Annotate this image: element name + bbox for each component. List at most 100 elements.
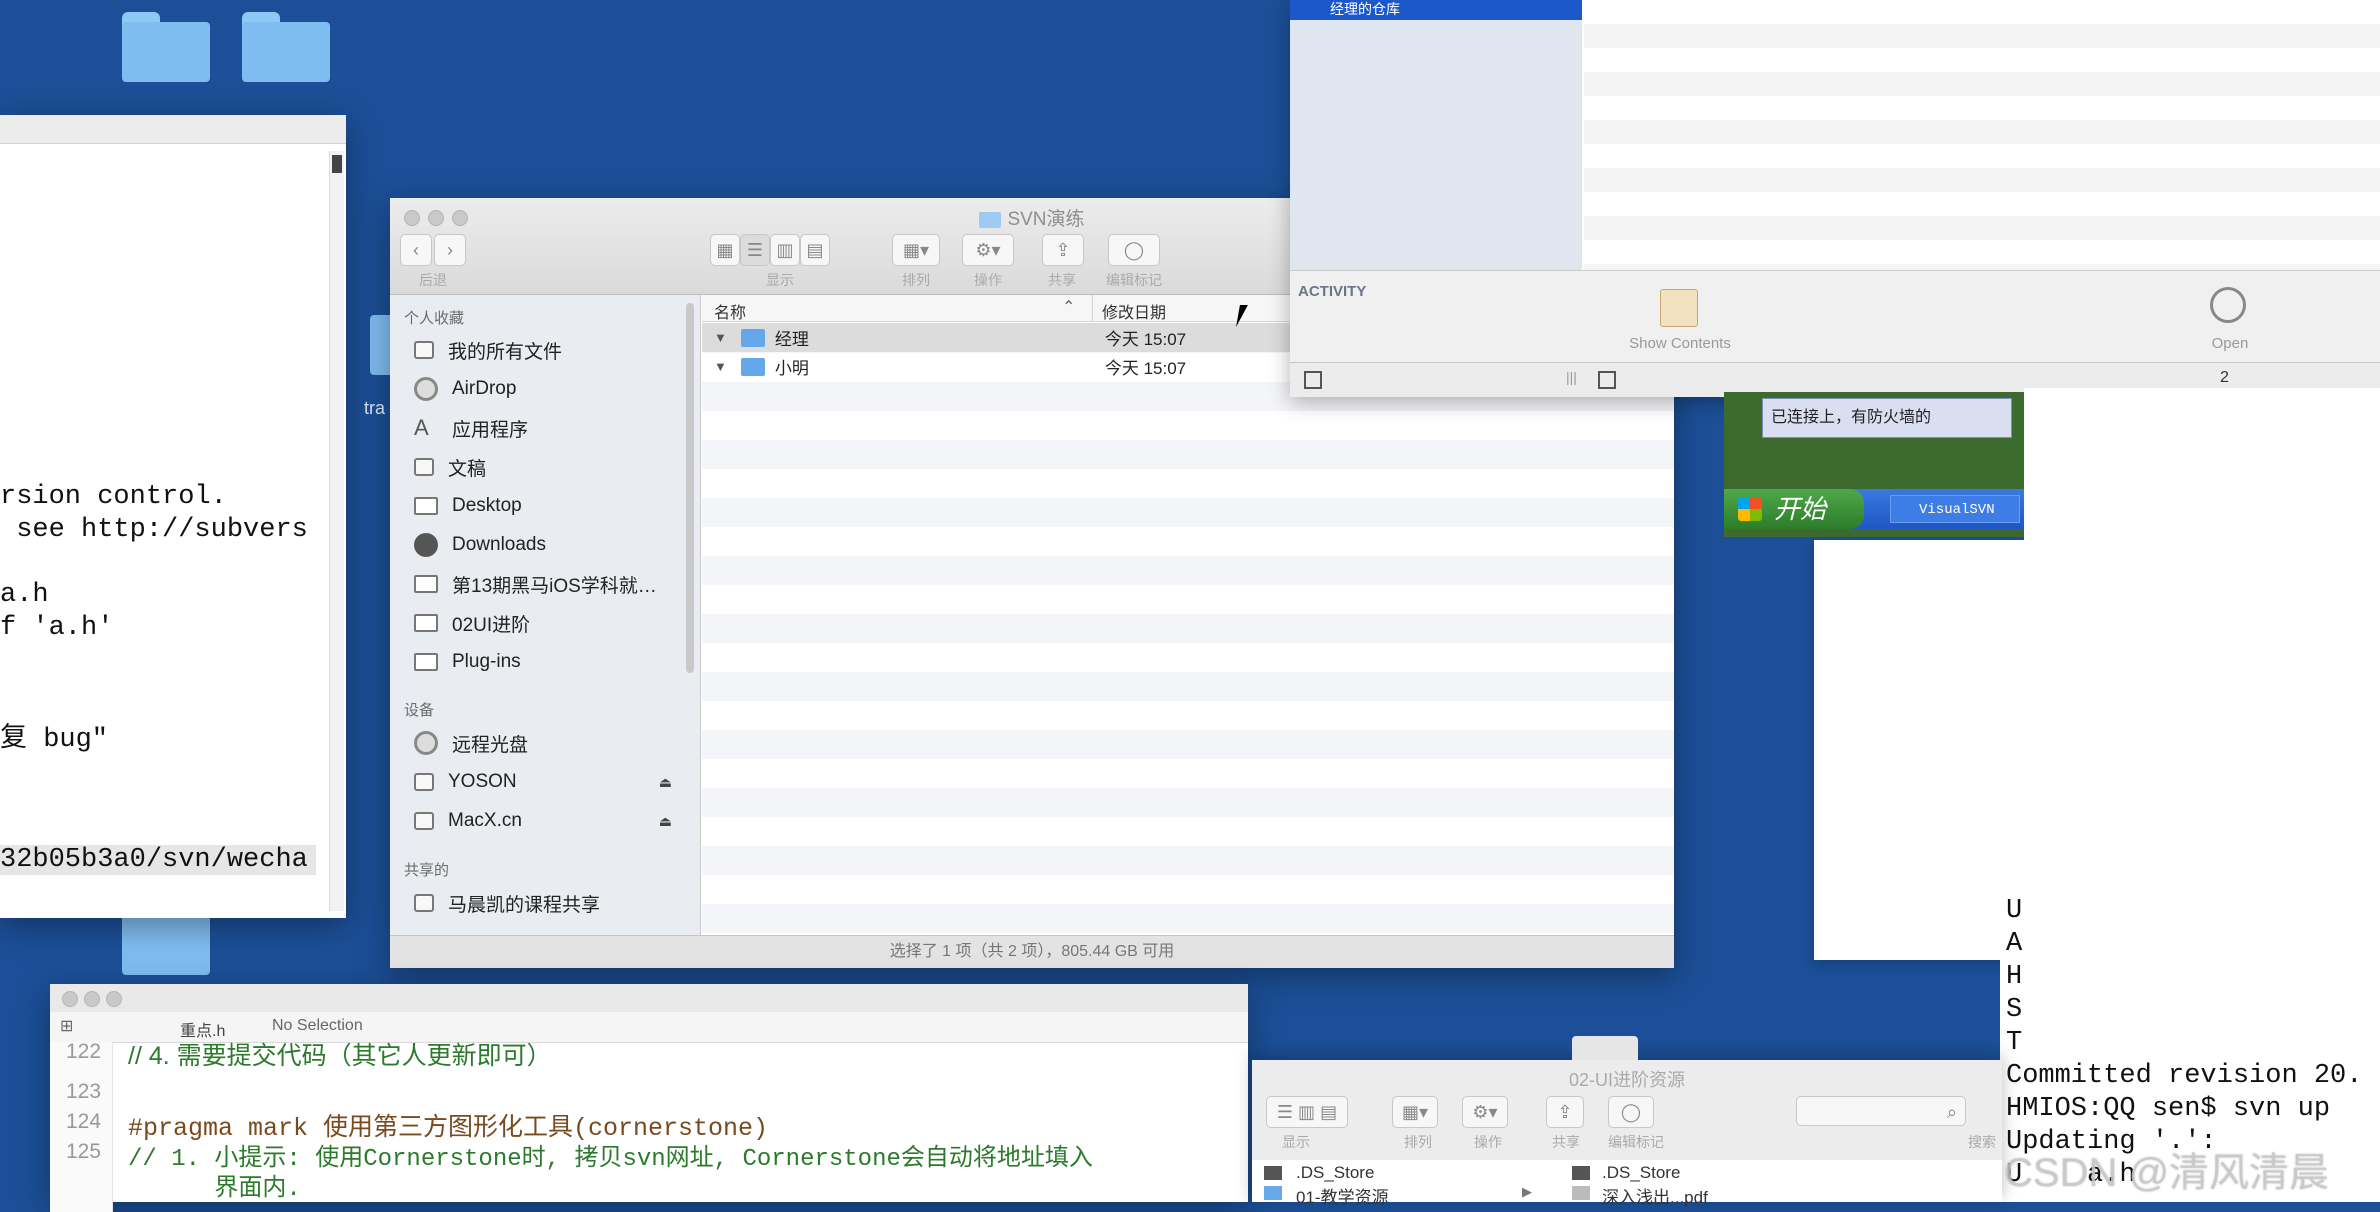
search-icon[interactable] [2210,287,2246,323]
arrange-button[interactable]: ▦▾ [1392,1096,1438,1128]
file-name: 小明 [774,359,809,378]
back-button[interactable]: ‹ [400,234,432,266]
sidebar-item-desktop[interactable]: Desktop [414,488,684,524]
edit-tags-button[interactable]: ◯ [1608,1096,1654,1128]
sidebar-item-shared-computer[interactable]: 马晨凯的课程共享 [414,885,684,921]
icon-view-button[interactable]: ▦ [710,234,740,266]
toolbar-label: 操作 [1474,1134,1502,1150]
code-line[interactable]: 界面内. [128,1167,300,1203]
search-input[interactable]: ⌕ [1796,1096,1966,1126]
sidebar-scrollbar[interactable] [686,303,694,673]
arrange-label: 排列 [902,272,930,288]
disclosure-arrow-icon[interactable]: ▶ [1522,1184,1532,1200]
toggle-inspector-icon[interactable] [1598,371,1616,389]
repository-browser[interactable] [1584,0,2380,270]
editor-titlebar [50,984,1248,1013]
desktop-folder-icon[interactable] [242,12,330,82]
sidebar-item-folder-ios[interactable]: 第13期黑马iOS学科就… [414,566,684,602]
file-list[interactable]: .DS_Store 01-教学资源 ▶ .DS_Store 深入浅出...pdf [1252,1160,2002,1207]
share-label: 共享 [1048,272,1076,288]
terminal-line: T [2006,1028,2023,1058]
arrange-button[interactable]: ▦▾ [892,234,940,266]
taskbar-item-visualsvn[interactable]: VisualSVN [1890,495,2020,523]
sidebar-item-downloads[interactable]: Downloads [414,527,684,563]
repository-item-selected[interactable]: 经理的仓库 [1290,0,1582,20]
file-name[interactable]: .DS_Store [1602,1163,1680,1183]
terminal-scrollbar[interactable] [329,151,344,911]
open-label[interactable]: Open [2190,335,2270,352]
folder-icon [740,328,765,347]
finder-window-secondary[interactable]: 02-UI进阶资源 ☰ ▥ ▤ ▦▾ ⚙▾ ⇪ ◯ ⌕ 显示 排列 操作 共享 … [1252,1036,2002,1207]
sidebar-item-macx[interactable]: MacX.cn ⏏ [414,803,684,839]
file-icon [1264,1166,1282,1180]
background-window [1814,540,2024,960]
sidebar-item-plugins[interactable]: Plug-ins [414,644,684,680]
cornerstone-window[interactable]: 经理的仓库 ACTIVITY Show Contents Open ||| 2 [1290,0,2380,397]
sidebar-item-folder-02ui[interactable]: 02UI进阶 [414,605,684,641]
related-items-icon[interactable]: ⊞ [60,1016,73,1036]
terminal-line: rsion control. [0,482,227,512]
disclosure-triangle-icon[interactable]: ▼ [714,330,727,345]
remote-desktop-view: 已连接上，有防火墙的 开始 VisualSVN [1724,392,2024,537]
disclosure-triangle-icon[interactable]: ▼ [714,359,727,374]
file-name[interactable]: 01-教学资源 [1296,1183,1389,1208]
terminal-line: Committed revision 20. [2006,1061,2363,1091]
sidebar-item-airdrop[interactable]: AirDrop [414,371,684,407]
watermark: CSDN @清风清晨 [2004,1151,2330,1195]
sidebar-item-applications[interactable]: A 应用程序 [414,410,684,446]
file-date: 今天 15:07 [1104,359,1187,378]
file-name[interactable]: 深入浅出...pdf [1602,1183,1708,1208]
line-number: 123 [66,1080,102,1103]
toolbar-label: 显示 [1282,1134,1310,1150]
file-name: 经理 [774,330,809,349]
selection-breadcrumb[interactable]: No Selection [272,1017,363,1035]
favorites-header: 个人收藏 [404,310,465,327]
zoom-button[interactable] [106,991,122,1007]
file-date: 今天 15:07 [1104,330,1187,349]
toggle-sidebar-icon[interactable] [1304,371,1322,389]
folder-icon [979,211,1002,228]
terminal-window[interactable]: rsion control. see http://subvers a.h f … [0,115,346,918]
share-button[interactable]: ⇪ [1546,1096,1584,1128]
show-contents-icon[interactable] [1660,289,1698,327]
terminal-title [0,115,346,144]
forward-button[interactable]: › [434,234,466,266]
minimize-button[interactable] [84,991,100,1007]
name-column-header[interactable]: 名称 [714,299,746,323]
share-button[interactable]: ⇪ [1042,234,1084,266]
close-button[interactable] [62,991,78,1007]
terminal-line: H [2006,962,2023,992]
toolbar-label: 排列 [1404,1134,1432,1150]
action-gear-button[interactable]: ⚙▾ [962,234,1014,266]
back-label: 后退 [419,272,447,288]
computer-icon [414,894,434,912]
firewall-notification: 已连接上，有防火墙的 [1762,398,2012,438]
view-switcher[interactable]: ☰ ▥ ▤ [1266,1096,1348,1128]
finder-sidebar: 个人收藏 我的所有文件 AirDrop A 应用程序 文稿 Desktop Dow… [390,295,701,935]
action-gear-button[interactable]: ⚙▾ [1462,1096,1508,1128]
coverflow-view-button[interactable]: ▤ [800,234,830,266]
edit-tags-button[interactable]: ◯ [1108,234,1160,266]
documents-icon [414,458,434,476]
eject-icon[interactable]: ⏏ [659,813,672,830]
desktop-folder-icon[interactable] [122,12,210,82]
sidebar-item-remote-disc[interactable]: 远程光盘 [414,725,684,761]
date-column-header[interactable]: 修改日期 [1102,299,1166,323]
folder-icon [740,357,765,376]
eject-icon[interactable]: ⏏ [659,774,672,791]
list-view-button[interactable]: ☰ [740,234,770,266]
splitter-icon[interactable]: ||| [1566,369,1577,385]
search-label: 搜索 [1968,1134,1996,1150]
folder-icon [1264,1186,1282,1200]
code-line[interactable]: // 4. 需要提交代码（其它人更新即可） [128,1036,552,1072]
terminal-line: f 'a.h' [0,613,114,643]
xp-taskbar: 开始 VisualSVN [1724,489,2024,529]
window-tab[interactable] [1572,1036,1638,1060]
sidebar-item-documents[interactable]: 文稿 [414,449,684,485]
sidebar-item-all-files[interactable]: 我的所有文件 [414,332,684,368]
file-name[interactable]: .DS_Store [1296,1163,1374,1183]
sidebar-item-yoson[interactable]: YOSON ⏏ [414,764,684,800]
column-view-button[interactable]: ▥ [770,234,800,266]
show-contents-label[interactable]: Show Contents [1620,335,1740,352]
xcode-editor-window[interactable]: ⊞ 重点.h No Selection 122 // 4. 需要提交代码（其它人… [50,984,1248,1212]
